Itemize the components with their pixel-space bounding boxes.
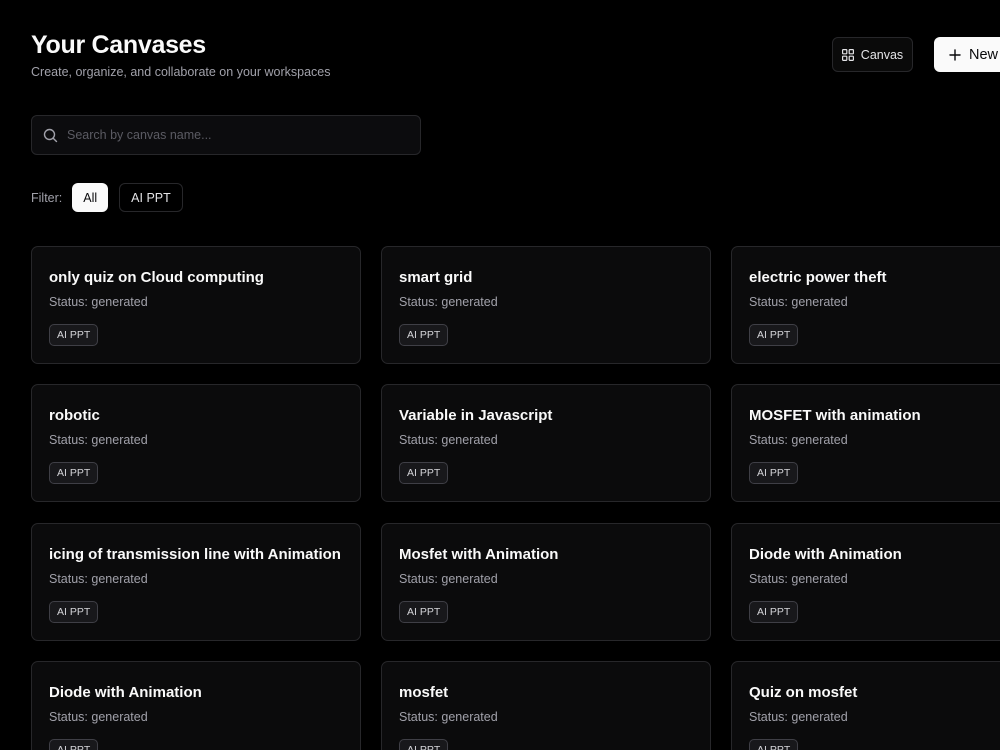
- canvas-type-badge: AI PPT: [749, 462, 799, 484]
- canvas-card-status: Status: generated: [399, 433, 498, 447]
- canvas-card-status: Status: generated: [49, 295, 148, 309]
- canvas-card-status: Status: generated: [49, 572, 148, 586]
- canvas-type-badge: AI PPT: [749, 324, 799, 346]
- canvas-card[interactable]: Diode with Animation Status: generated A…: [731, 523, 1000, 641]
- canvas-card[interactable]: robotic Status: generated AI PPT: [31, 384, 361, 502]
- canvas-card-title: Variable in Javascript: [399, 407, 553, 424]
- filter-chip-ai-ppt[interactable]: AI PPT: [119, 183, 183, 212]
- canvas-view-button[interactable]: Canvas: [832, 37, 913, 72]
- canvas-card-title: robotic: [49, 407, 100, 424]
- canvas-card[interactable]: electric power theft Status: generated A…: [731, 246, 1000, 364]
- canvas-card-status: Status: generated: [49, 710, 148, 724]
- canvas-card-title: Quiz on mosfet: [749, 684, 858, 701]
- new-canvas-button[interactable]: New: [934, 37, 1000, 72]
- canvas-card-status: Status: generated: [49, 433, 148, 447]
- canvases-page: Your Canvases Create, organize, and coll…: [0, 0, 1000, 750]
- canvas-card-title: mosfet: [399, 684, 449, 701]
- canvas-card-title: MOSFET with animation: [749, 407, 921, 424]
- new-button-label: New: [969, 46, 999, 63]
- search-icon: [43, 128, 58, 143]
- canvas-card-status: Status: generated: [749, 295, 848, 309]
- search-box: [31, 115, 421, 155]
- filter-label: Filter:: [31, 190, 63, 205]
- canvas-card[interactable]: only quiz on Cloud computing Status: gen…: [31, 246, 361, 364]
- filter-bar: Filter: All AI PPT: [31, 183, 194, 212]
- canvas-type-badge: AI PPT: [49, 324, 99, 346]
- canvas-card-title: smart grid: [399, 269, 473, 286]
- canvas-card[interactable]: MOSFET with animation Status: generated …: [731, 384, 1000, 502]
- canvas-card-status: Status: generated: [749, 572, 848, 586]
- canvas-button-label: Canvas: [860, 47, 904, 62]
- canvas-card-title: only quiz on Cloud computing: [49, 269, 264, 286]
- canvas-card[interactable]: Variable in Javascript Status: generated…: [381, 384, 711, 502]
- canvas-card-status: Status: generated: [399, 710, 498, 724]
- canvas-type-badge: AI PPT: [749, 739, 799, 750]
- search-input[interactable]: [67, 128, 420, 142]
- canvas-card[interactable]: Quiz on mosfet Status: generated AI PPT: [731, 661, 1000, 750]
- canvas-card-title: Diode with Animation: [49, 684, 202, 701]
- canvas-card[interactable]: Mosfet with Animation Status: generated …: [381, 523, 711, 641]
- canvas-card[interactable]: mosfet Status: generated AI PPT: [381, 661, 711, 750]
- canvas-type-badge: AI PPT: [49, 462, 99, 484]
- canvas-card-status: Status: generated: [399, 295, 498, 309]
- canvas-card-status: Status: generated: [749, 433, 848, 447]
- canvas-card-title: Diode with Animation: [749, 546, 902, 563]
- canvas-type-badge: AI PPT: [399, 601, 449, 623]
- page-subtitle: Create, organize, and collaborate on you…: [31, 65, 331, 79]
- canvas-type-badge: AI PPT: [399, 324, 449, 346]
- canvas-card[interactable]: icing of transmission line with Animatio…: [31, 523, 361, 641]
- canvas-card[interactable]: Diode with Animation Status: generated A…: [31, 661, 361, 750]
- canvas-type-badge: AI PPT: [399, 462, 449, 484]
- page-title: Your Canvases: [31, 31, 206, 59]
- canvas-type-badge: AI PPT: [49, 601, 99, 623]
- grid-icon: [841, 48, 854, 61]
- canvas-type-badge: AI PPT: [749, 601, 799, 623]
- canvas-card[interactable]: smart grid Status: generated AI PPT: [381, 246, 711, 364]
- filter-chip-all[interactable]: All: [72, 183, 109, 212]
- canvas-card-status: Status: generated: [749, 710, 848, 724]
- canvas-type-badge: AI PPT: [49, 739, 99, 750]
- canvas-card-title: icing of transmission line with Animatio…: [49, 546, 341, 563]
- canvas-card-status: Status: generated: [399, 572, 498, 586]
- canvas-type-badge: AI PPT: [399, 739, 449, 750]
- plus-icon: [949, 48, 961, 61]
- canvas-card-title: electric power theft: [749, 269, 887, 286]
- canvas-card-title: Mosfet with Animation: [399, 546, 559, 563]
